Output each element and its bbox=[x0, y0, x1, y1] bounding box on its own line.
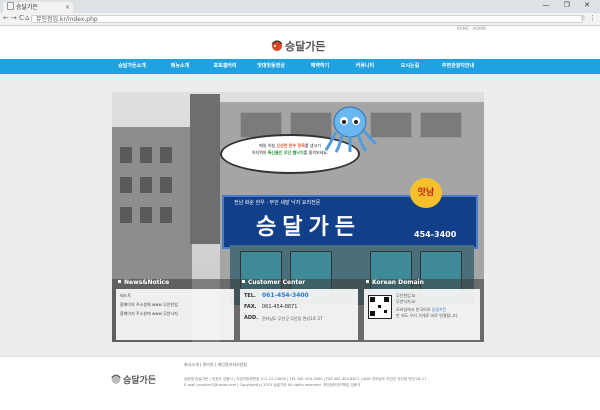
nav-item-reservation[interactable]: 예약하기 bbox=[311, 59, 329, 74]
footer-logo-mark-icon bbox=[111, 374, 121, 384]
domain-text: 모바일에서 한국어로 bbox=[396, 307, 432, 312]
news-item[interactable]: 홈페이지 주소창에 www 무안낙지 bbox=[120, 311, 178, 317]
fax-value: 061-454-8871 bbox=[262, 304, 298, 310]
window-controls[interactable]: — ❐ ✕ bbox=[542, 1, 596, 9]
home-icon[interactable]: ⌂ bbox=[25, 14, 29, 22]
korean-domain-section: Korean Domain 무안한입.kr 무안낙지.kr 모바일에서 한국어로… bbox=[362, 279, 482, 342]
tel-label: TEL. bbox=[244, 293, 256, 299]
browser-tab[interactable]: 승달가든 × bbox=[3, 2, 73, 13]
qr-code-icon[interactable] bbox=[368, 295, 392, 319]
nav-item-directions[interactable]: 오시는길 bbox=[401, 59, 419, 74]
customer-box: TEL. 061-454-3400 FAX. 061-454-8871 ADD.… bbox=[240, 289, 358, 340]
bubble-text: 아지역의 bbox=[251, 150, 268, 155]
logo-mark-icon bbox=[271, 40, 283, 51]
nav-item-video[interactable]: 맛대맛동영상 bbox=[257, 59, 285, 74]
domain-title: Korean Domain bbox=[366, 279, 424, 286]
site-logo[interactable]: 승달가든 bbox=[270, 38, 330, 54]
bookmark-star-icon[interactable]: ☆ bbox=[580, 14, 586, 22]
nav-item-intro[interactable]: 승달가든소개 bbox=[118, 59, 146, 74]
bubble-text: 매일 아침 bbox=[259, 143, 277, 148]
browser-menu-icon[interactable]: ⋮ bbox=[589, 14, 596, 22]
logo-text: 승달가든 bbox=[285, 40, 326, 53]
bubble-highlight: 특산물인 무안 뻘낙지 bbox=[267, 150, 304, 155]
sign-title: 승달가든 bbox=[256, 214, 361, 240]
footer-logo-text: 승달가든 bbox=[123, 376, 157, 386]
domain-line: 만 쳐도 우리 가게로 바로 연결됩니다. bbox=[396, 313, 459, 318]
news-list: 테스트 홈페이지 주소창에 www 무안한입 홈페이지 주소창에 www 무안낙… bbox=[116, 289, 234, 340]
address-bar[interactable]: 뮤인정입.kr/index.php bbox=[31, 15, 583, 23]
main-navigation: 승달가든소개 메뉴소개 포토갤러리 맛대맛동영상 예약하기 커뮤니티 오시는길 … bbox=[0, 59, 600, 74]
forward-arrow-icon[interactable]: → bbox=[11, 14, 17, 22]
sign-phone: 454-3400 bbox=[414, 230, 457, 239]
customer-center-section: Customer Center TEL. 061-454-3400 FAX. 0… bbox=[238, 279, 360, 342]
page-favicon-icon bbox=[7, 2, 14, 10]
news-notice-section: News&Notice 테스트 홈페이지 주소창에 www 무안한입 홈페이지 … bbox=[114, 279, 236, 342]
address-value: 전라남도 무안군 무안읍 면성1로 27 bbox=[262, 316, 323, 321]
site-footer: 회사소개 | 관리자 | 개인정보처리방침 승달가든 상호명 승달가든 | 대표… bbox=[0, 356, 600, 410]
nav-item-gallery[interactable]: 포토갤러리 bbox=[213, 59, 236, 74]
nav-item-community[interactable]: 커뮤니티 bbox=[356, 59, 374, 74]
footer-company-info: 상호명 승달가든 | 대표자 임용식 | 사업자등록번호 411-12-1383… bbox=[184, 376, 426, 388]
bubble-highlight: 신선한 한우 정육 bbox=[276, 143, 305, 148]
sign-subtitle: 전남 화순 한우 · 무안 세발 낙지 요리전문 bbox=[234, 200, 321, 206]
news-item[interactable]: 홈페이지 주소창에 www 무안한입 bbox=[120, 302, 178, 308]
square-bullet-icon bbox=[118, 280, 121, 283]
browser-toolbar: ← → C ⌂ 뮤인정입.kr/index.php ☆ ⋮ bbox=[0, 13, 600, 26]
footer-logo: 승달가든 bbox=[110, 373, 166, 387]
bubble-text: 를 생고기 bbox=[304, 143, 321, 148]
square-bullet-icon bbox=[242, 280, 245, 283]
nav-item-tourism[interactable]: 주변관광지안내 bbox=[442, 59, 474, 74]
square-bullet-icon bbox=[366, 280, 369, 283]
domain-box: 무안한입.kr 무안낙지.kr 모바일에서 한국어로 승달가든 만 쳐도 우리 … bbox=[364, 289, 480, 340]
fax-label: FAX. bbox=[244, 304, 257, 310]
tab-title: 승달가든 bbox=[16, 4, 39, 11]
back-arrow-icon[interactable]: ← bbox=[3, 14, 9, 22]
hero-image: 매일 아침 신선한 한우 정육를 생고기 아지역의 특산물인 무안 뻘낙지를 즐… bbox=[112, 92, 484, 342]
address-label: ADD. bbox=[244, 315, 259, 321]
web-page: HOME · ADMIN 승달가든 승달가든소개 메뉴소개 포토갤러리 맛대맛동… bbox=[0, 26, 600, 410]
footer-links[interactable]: 회사소개 | 관리자 | 개인정보처리방침 bbox=[184, 362, 247, 368]
info-panel: News&Notice 테스트 홈페이지 주소창에 www 무안한입 홈페이지 … bbox=[112, 279, 484, 342]
browser-tab-strip: 승달가든 × — ❐ ✕ bbox=[0, 0, 600, 13]
news-title[interactable]: News&Notice bbox=[118, 279, 169, 286]
customer-title-text: Customer Center bbox=[248, 279, 306, 286]
domain-line[interactable]: 무안낙지.kr bbox=[396, 299, 416, 305]
reload-icon[interactable]: C bbox=[19, 14, 24, 22]
tab-close-icon[interactable]: × bbox=[65, 2, 70, 13]
domain-highlight: 승달가든 bbox=[431, 307, 447, 312]
restaurant-sign: 전남 화순 한우 · 무안 세발 낙지 요리전문 승달가든 454-3400 bbox=[222, 195, 478, 249]
tel-value[interactable]: 061-454-3400 bbox=[262, 292, 309, 299]
tower-building bbox=[190, 94, 220, 244]
top-utility-links[interactable]: HOME · ADMIN bbox=[457, 26, 486, 31]
nav-item-menu[interactable]: 메뉴소개 bbox=[171, 59, 189, 74]
domain-title-text: Korean Domain bbox=[372, 279, 424, 286]
octopus-mascot-icon bbox=[324, 106, 378, 153]
sign-mat-badge: 맛남 bbox=[410, 178, 442, 208]
news-title-text: News&Notice bbox=[124, 279, 170, 286]
footer-info-line: E-mail youskim1@naver.com | Copyright(c)… bbox=[184, 383, 361, 387]
news-item[interactable]: 테스트 bbox=[120, 293, 131, 299]
customer-title: Customer Center bbox=[242, 279, 305, 286]
